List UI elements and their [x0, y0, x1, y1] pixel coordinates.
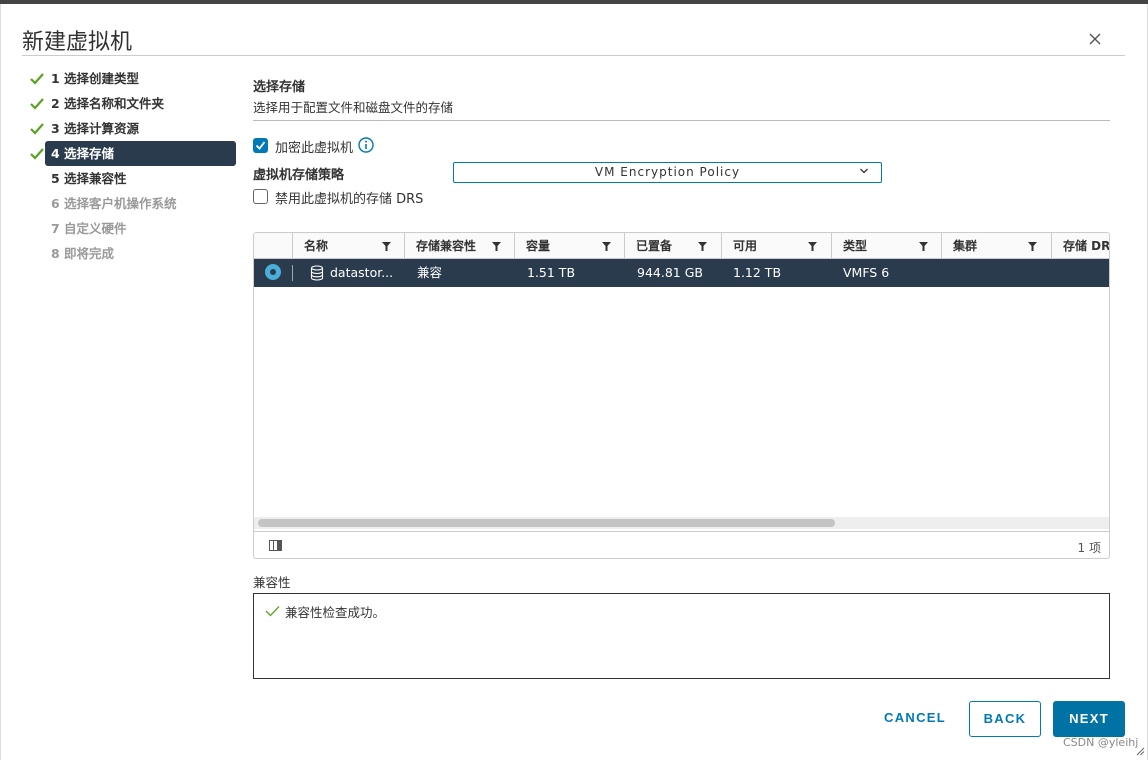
step-1[interactable]: 1 选择创建类型 — [28, 66, 236, 91]
column-capacity[interactable]: 容量 — [514, 233, 624, 259]
column-provisioned-label: 已置备 — [636, 239, 673, 253]
info-icon[interactable] — [358, 137, 374, 153]
cell-compat: 兼容 — [417, 265, 443, 280]
column-capacity-label: 容量 — [526, 239, 551, 253]
datastore-grid: 名称 存储兼容性 容量 已置备 可用 类型 集群 存储 DR datastor.… — [253, 232, 1110, 559]
step-3[interactable]: 3 选择计算资源 — [28, 116, 236, 141]
section-title: 选择存储 — [253, 80, 306, 95]
resize-handle-icon[interactable] — [1136, 747, 1145, 756]
column-free[interactable]: 可用 — [721, 233, 831, 259]
column-provisioned[interactable]: 已置备 — [624, 233, 721, 259]
section-description: 选择用于配置文件和磁盘文件的存储 — [253, 100, 454, 115]
back-button[interactable]: BACK — [969, 701, 1041, 737]
encrypt-checkbox[interactable] — [253, 138, 268, 153]
compatibility-label: 兼容性 — [253, 575, 291, 590]
column-compatibility-label: 存储兼容性 — [416, 239, 477, 253]
disable-drs-label: 禁用此虚拟机的存储 DRS — [275, 192, 424, 207]
grid-header: 名称 存储兼容性 容量 已置备 可用 类型 集群 存储 DR — [254, 233, 1110, 259]
watermark: CSDN @yleihj — [1063, 736, 1139, 749]
step-label: 7 自定义硬件 — [51, 221, 127, 236]
step-8: 8 即将完成 — [28, 241, 236, 266]
step-label: 3 选择计算资源 — [51, 121, 140, 136]
column-name[interactable]: 名称 — [292, 233, 404, 259]
close-icon[interactable] — [1088, 32, 1104, 48]
dialog-title: 新建虚拟机 — [22, 30, 133, 55]
wizard-steps: 1 选择创建类型 2 选择名称和文件夹 3 选择计算资源 4 选择存储 5 选择… — [28, 66, 236, 266]
filter-icon[interactable] — [919, 242, 928, 251]
filter-icon[interactable] — [602, 242, 611, 251]
cell-free: 1.12 TB — [733, 265, 782, 280]
step-label: 1 选择创建类型 — [51, 71, 140, 86]
step-label: 4 选择存储 — [45, 141, 236, 166]
disable-drs-checkbox[interactable] — [253, 189, 268, 204]
section-divider — [253, 120, 1110, 121]
step-label: 6 选择客户机操作系统 — [51, 196, 177, 211]
column-cluster[interactable]: 集群 — [941, 233, 1051, 259]
compatibility-message: 兼容性检查成功。 — [285, 605, 386, 620]
next-button[interactable]: NEXT — [1053, 701, 1125, 737]
column-toggle-icon[interactable] — [269, 540, 282, 551]
compatibility-panel: 兼容性检查成功。 — [253, 593, 1110, 679]
check-icon — [30, 73, 44, 85]
column-storage-drs-label: 存储 DRS — [1063, 239, 1110, 253]
filter-icon[interactable] — [698, 242, 707, 251]
row-radio[interactable] — [265, 264, 281, 280]
step-label: 8 即将完成 — [51, 246, 115, 261]
filter-icon[interactable] — [492, 242, 501, 251]
step-6: 6 选择客户机操作系统 — [28, 191, 236, 216]
row-divider — [292, 265, 293, 281]
encrypt-label: 加密此虚拟机 — [275, 141, 354, 156]
cell-capacity: 1.51 TB — [527, 265, 576, 280]
column-compatibility[interactable]: 存储兼容性 — [404, 233, 514, 259]
cell-type: VMFS 6 — [843, 265, 890, 280]
table-row[interactable]: datastor... 兼容 1.51 TB 944.81 GB 1.12 TB… — [254, 259, 1109, 287]
column-storage-drs[interactable]: 存储 DRS — [1051, 233, 1110, 259]
cell-provisioned: 944.81 GB — [637, 265, 703, 280]
check-icon — [30, 98, 44, 110]
step-label: 5 选择兼容性 — [51, 171, 127, 186]
datastore-icon — [310, 265, 324, 281]
scrollbar-thumb[interactable] — [258, 519, 835, 527]
cancel-button[interactable]: CANCEL — [878, 701, 952, 737]
step-5[interactable]: 5 选择兼容性 — [28, 166, 236, 191]
chevron-down-icon — [860, 168, 868, 174]
step-label: 2 选择名称和文件夹 — [51, 96, 165, 111]
step-7: 7 自定义硬件 — [28, 216, 236, 241]
column-cluster-label: 集群 — [953, 239, 978, 253]
storage-policy-value: VM Encryption Policy — [594, 165, 741, 179]
title-divider — [22, 55, 1125, 56]
cell-name: datastor... — [330, 265, 394, 280]
horizontal-scrollbar[interactable] — [254, 517, 1109, 529]
step-4[interactable]: 4 选择存储 — [28, 141, 236, 166]
column-free-label: 可用 — [733, 239, 758, 253]
storage-policy-label: 虚拟机存储策略 — [253, 168, 345, 183]
filter-icon[interactable] — [1028, 242, 1037, 251]
filter-icon[interactable] — [808, 242, 817, 251]
step-2[interactable]: 2 选择名称和文件夹 — [28, 91, 236, 116]
storage-policy-select[interactable]: VM Encryption Policy — [453, 162, 882, 183]
filter-icon[interactable] — [382, 242, 391, 251]
check-icon — [30, 123, 44, 135]
item-count: 1 项 — [1077, 541, 1101, 555]
grid-footer: 1 项 — [254, 531, 1109, 558]
column-type[interactable]: 类型 — [831, 233, 941, 259]
check-icon — [265, 606, 280, 617]
check-icon — [30, 148, 44, 160]
column-type-label: 类型 — [843, 239, 868, 253]
column-name-label: 名称 — [304, 239, 329, 253]
